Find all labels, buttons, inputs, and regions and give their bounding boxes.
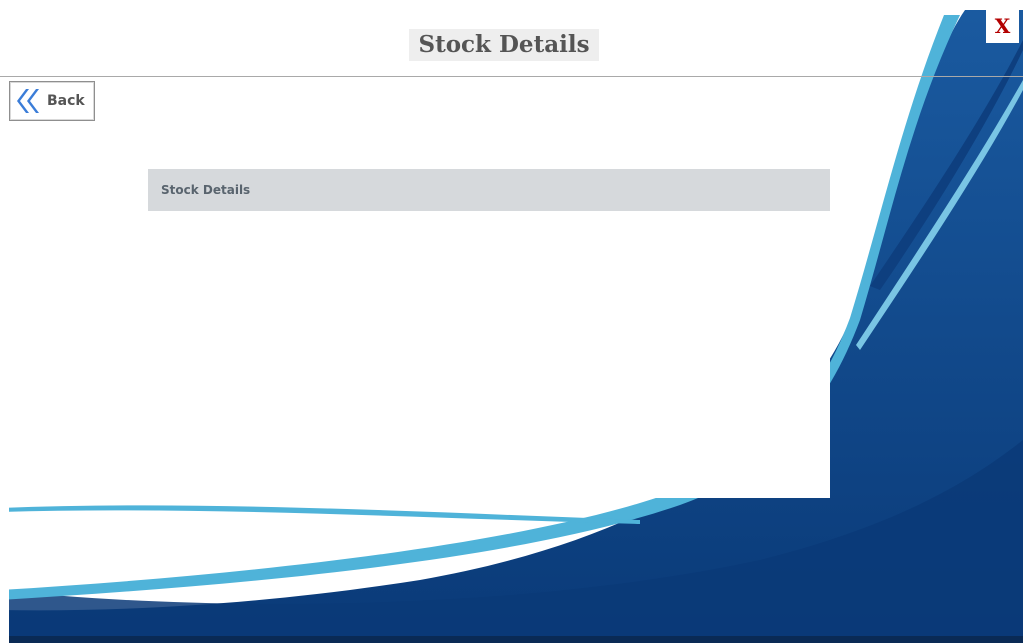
panel-body [148, 211, 830, 498]
header-divider [0, 76, 1023, 77]
sky-thin-line [0, 505, 640, 524]
left-margin-strip [0, 0, 9, 643]
stock-details-panel: Stock Details [148, 169, 830, 498]
back-button-label: Back [47, 93, 85, 109]
stock-details-screen: Stock Details Back X Stock Details [0, 0, 1023, 643]
page-title: Stock Details [409, 29, 599, 61]
double-chevron-left-icon [11, 84, 45, 118]
close-button[interactable]: X [986, 10, 1019, 43]
panel-header: Stock Details [148, 169, 830, 211]
bottom-shadow [0, 636, 1023, 643]
back-button[interactable]: Back [9, 81, 95, 121]
